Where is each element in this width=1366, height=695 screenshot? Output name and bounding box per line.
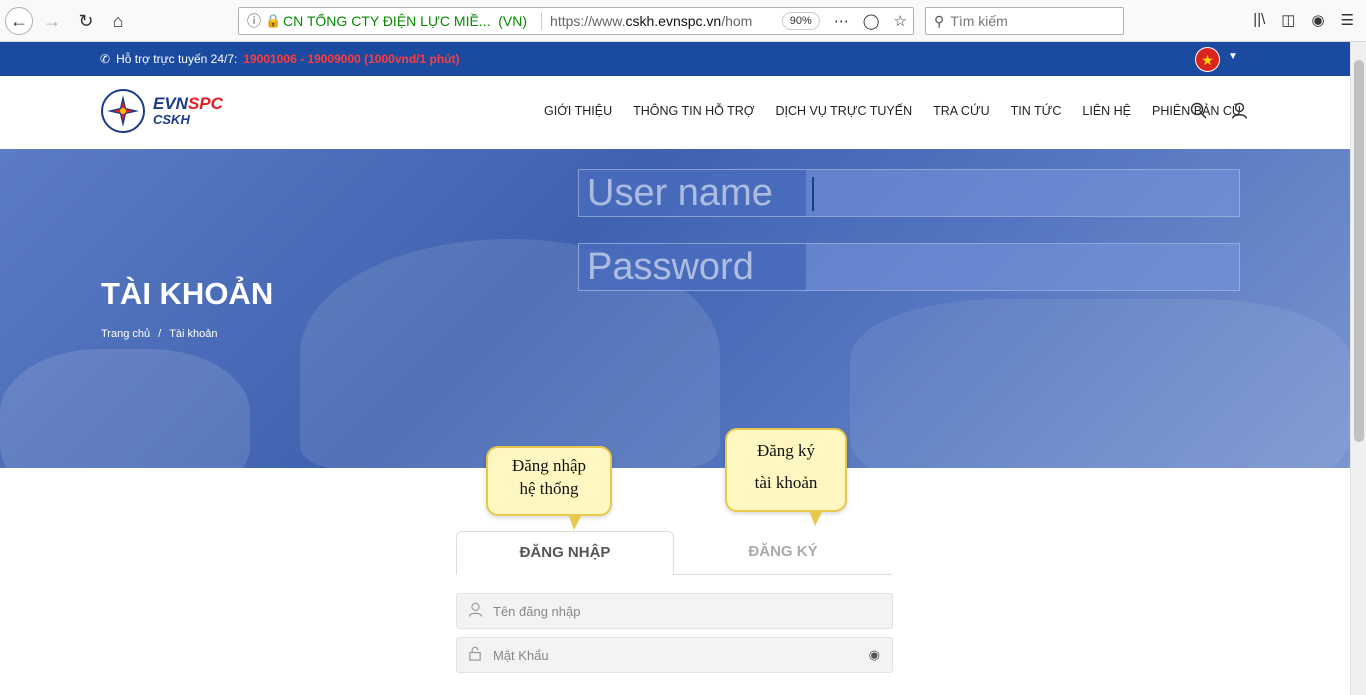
url-domain: cskh.evnspc.vn (625, 13, 722, 29)
username-placeholder: Tên đăng nhập (493, 603, 581, 619)
logo-evn: EVN (153, 93, 188, 113)
hero-sleeve-shape (0, 349, 250, 468)
menu-item-gioi-thieu[interactable]: GIỚI THIỆU (544, 104, 612, 118)
vietnam-flag-icon[interactable]: ★ (1195, 47, 1220, 72)
url-actions: ⋯ ◯ ☆ (834, 12, 907, 30)
home-button[interactable]: ⌂ (104, 7, 132, 35)
phone-icon: ✆ (100, 52, 111, 66)
home-icon: ⌂ (112, 10, 124, 31)
url-prefix: https://www. (550, 13, 626, 29)
info-icon[interactable]: ⓘ (243, 11, 265, 31)
auth-tabs: ĐĂNG NHẬP ĐĂNG KÝ (456, 531, 892, 575)
user-icon (457, 602, 493, 621)
zoom-badge[interactable]: 90% (781, 12, 820, 30)
breadcrumb: Trang chủ / Tài khoản (101, 328, 218, 340)
menu-item-tra-cuu[interactable]: TRA CỨU (933, 104, 990, 118)
search-placeholder: Tìm kiếm (950, 13, 1008, 29)
callout-login-line2: hệ thống (519, 479, 579, 498)
main-menu: GIỚI THIỆU THÔNG TIN HỖ TRỢ DỊCH VỤ TRỰC… (544, 104, 1241, 118)
tab-register[interactable]: ĐĂNG KÝ (674, 531, 892, 575)
breadcrumb-home[interactable]: Trang chủ (101, 328, 150, 340)
site-identity-name: CN TỔNG CTY ĐIỆN LỰC MIỀ... (283, 13, 491, 29)
browser-search-input[interactable]: ⚲ Tìm kiếm (925, 7, 1124, 35)
browser-right-tools: ||\ ◫ ◉ ☰ (1253, 11, 1354, 29)
back-button[interactable]: ← (5, 7, 33, 35)
username-input[interactable]: Tên đăng nhập (456, 593, 893, 629)
reload-icon: ↻ (78, 10, 94, 31)
callout-register: Đăng ký tài khoản (725, 428, 847, 526)
search-icon[interactable] (1190, 102, 1207, 119)
lock-icon: 🔒 (265, 13, 282, 28)
lock-icon (457, 646, 493, 665)
page-title: TÀI KHOẢN (101, 276, 274, 311)
forward-arrow-icon: → (43, 10, 61, 31)
back-arrow-icon: ← (10, 10, 28, 31)
reload-button[interactable]: ↻ (72, 7, 100, 35)
sidebar-icon[interactable]: ◫ (1281, 11, 1295, 29)
hero-username-graphic: User name (578, 169, 1240, 217)
callout-register-line1: Đăng ký (756, 441, 816, 460)
site-header: EVNSPC CSKH GIỚI THIỆU THÔNG TIN HỖ TRỢ … (0, 76, 1350, 149)
text-caret (812, 177, 814, 211)
callout-tail (809, 510, 823, 526)
hero-password-graphic: Password (578, 243, 1240, 291)
hero-banner: User name Password TÀI KHOẢN Trang chủ / T… (0, 149, 1350, 468)
bookmark-star-icon[interactable]: ☆ (894, 12, 907, 30)
menu-item-thong-tin-ho-tro[interactable]: THÔNG TIN HỖ TRỢ (633, 104, 754, 118)
extension-icon[interactable]: ◉ (1311, 11, 1324, 29)
support-bar: ✆ Hỗ trợ trực tuyến 24/7: 19001006 - 190… (0, 42, 1350, 76)
menu-hamburger-icon[interactable]: ☰ (1341, 11, 1354, 29)
callout-login: Đăng nhập hệ thống (486, 446, 612, 530)
site-logo[interactable]: EVNSPC CSKH (101, 89, 223, 133)
search-icon: ⚲ (934, 12, 945, 29)
callout-tail (568, 514, 582, 530)
support-label: Hỗ trợ trực tuyến 24/7: (116, 52, 238, 66)
password-input[interactable]: Mật Khẩu ◉ (456, 637, 893, 673)
site-identity-country: (VN) (498, 13, 528, 29)
menu-item-dich-vu-truc-tuyen[interactable]: DỊCH VỤ TRỰC TUYẾN (776, 104, 913, 118)
password-placeholder: Mật Khẩu (493, 647, 549, 663)
forward-button[interactable]: → (38, 7, 66, 35)
logo-text: EVNSPC CSKH (153, 93, 223, 127)
site-identity[interactable]: CN TỔNG CTY ĐIỆN LỰC MIỀ... (VN) (281, 13, 533, 29)
url-suffix: /hom (721, 13, 753, 29)
breadcrumb-separator: / (158, 328, 162, 340)
hero-username-label: User name (579, 170, 806, 216)
page-scrollbar[interactable] (1350, 42, 1366, 695)
eye-icon[interactable]: ◉ (869, 647, 880, 663)
url-text[interactable]: https://www.cskh.evnspc.vn/hom (550, 13, 782, 29)
scrollbar-thumb[interactable] (1354, 60, 1364, 442)
user-icon[interactable] (1231, 102, 1248, 119)
hotline-number[interactable]: 19001006 - 19009000 (1000vnd/1 phút) (243, 52, 459, 66)
library-icon[interactable]: ||\ (1253, 11, 1265, 29)
hero-password-label: Password (579, 244, 806, 290)
hero-keyboard-shape (850, 299, 1350, 468)
menu-item-lien-he[interactable]: LIÊN HỆ (1082, 104, 1131, 118)
logo-emblem-icon (101, 89, 145, 133)
browser-toolbar: ← → ↻ ⌂ ⓘ 🔒 CN TỔNG CTY ĐIỆN LỰC MIỀ... … (0, 0, 1366, 42)
breadcrumb-current: Tài khoản (169, 328, 218, 340)
logo-spc: SPC (187, 93, 223, 113)
chevron-down-icon[interactable]: ▼ (1228, 51, 1238, 62)
url-separator (541, 12, 543, 30)
url-bar[interactable]: ⓘ 🔒 CN TỔNG CTY ĐIỆN LỰC MIỀ... (VN) htt… (238, 7, 914, 35)
callout-register-line2: tài khoản (754, 473, 818, 492)
logo-cskh: CSKH (153, 111, 190, 127)
tab-login[interactable]: ĐĂNG NHẬP (456, 531, 674, 575)
header-icons (1190, 102, 1248, 119)
page-actions-icon[interactable]: ⋯ (834, 12, 849, 30)
menu-item-tin-tuc[interactable]: TIN TỨC (1011, 104, 1062, 118)
pocket-icon[interactable]: ◯ (863, 12, 880, 30)
callout-login-line1: Đăng nhập (511, 456, 587, 475)
